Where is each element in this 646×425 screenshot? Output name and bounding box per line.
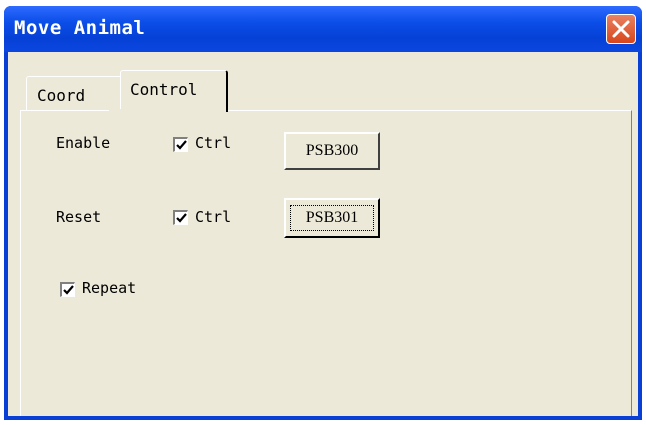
psb300-button[interactable]: PSB300: [284, 132, 380, 170]
tab-control-label: Control: [130, 80, 198, 99]
psb300-button-label: PSB300: [305, 142, 359, 159]
tab-control[interactable]: Control: [120, 70, 228, 112]
enable-label: Enable: [56, 134, 111, 152]
checkmark-icon: [176, 213, 187, 223]
psb301-button-label: PSB301: [305, 209, 359, 226]
reset-ctrl-label: Ctrl: [195, 208, 232, 226]
reset-label: Reset: [56, 208, 102, 226]
enable-ctrl-label: Ctrl: [195, 134, 232, 152]
repeat-checkbox[interactable]: [60, 282, 75, 297]
close-icon: [612, 20, 630, 38]
tab-coord[interactable]: Coord: [26, 76, 122, 110]
title-bar[interactable]: Move Animal: [4, 6, 642, 52]
close-button[interactable]: [606, 14, 636, 44]
window-title: Move Animal: [14, 17, 146, 39]
tab-coord-label: Coord: [37, 86, 86, 105]
repeat-label: Repeat: [82, 279, 137, 297]
enable-ctrl-checkbox[interactable]: [173, 137, 188, 152]
control-tab-panel: Enable Ctrl PSB300 Reset Ctrl PSB301 Rep…: [20, 110, 632, 416]
checkmark-icon: [63, 285, 74, 295]
dialog-client-area: Coord Control Enable Ctrl PSB300 Reset C…: [8, 52, 638, 416]
dialog-window: Move Animal Coord Control Enable Ctrl PS: [4, 6, 642, 420]
checkmark-icon: [176, 140, 187, 150]
reset-ctrl-checkbox[interactable]: [173, 210, 188, 225]
tab-join: [109, 109, 214, 112]
psb301-button[interactable]: PSB301: [284, 198, 380, 238]
